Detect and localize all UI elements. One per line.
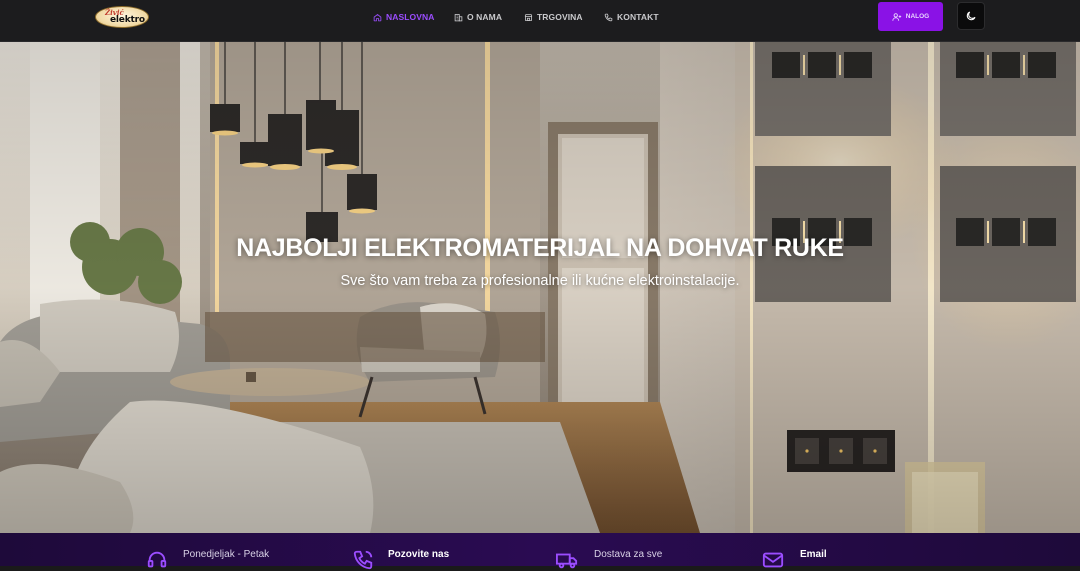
phone-icon: [604, 13, 613, 21]
hero-title: NAJBOLJI ELEKTROMATERIJAL NA DOHVAT RUKE: [236, 234, 844, 262]
nav-link-o-nama[interactable]: O NAMA: [454, 11, 502, 23]
user-plus-icon: [892, 12, 901, 21]
mail-icon: [762, 552, 784, 568]
headset-icon: [147, 551, 167, 568]
nav-link-label: KONTAKT: [617, 12, 659, 22]
hero-subtitle: Sve što vam treba za profesionalne ili k…: [340, 273, 740, 289]
moon-icon: [966, 11, 976, 21]
nav-link-label: O NAMA: [467, 12, 503, 22]
truck-icon: [556, 553, 578, 569]
phone-call-icon: [353, 550, 373, 570]
phone-label: Pozovite nas: [388, 549, 450, 560]
home-icon: [373, 13, 382, 21]
store-icon: [524, 13, 533, 21]
working-hours-label: Ponedjeljak - Petak: [183, 549, 270, 560]
nav-link-label: NASLOVNA: [386, 12, 435, 22]
nav-link-label: TRGOVINA: [537, 12, 583, 22]
hero-section: NAJBOLJI ELEKTROMATERIJAL NA DOHVAT RUKE…: [0, 42, 1080, 533]
building-icon: [454, 13, 463, 21]
navbar: Živić elektro NASLOVNA O NAMA TRGOVINA K…: [0, 0, 1080, 42]
nav-link-trgovina[interactable]: TRGOVINA: [524, 11, 583, 23]
account-button-label: NALOG: [905, 13, 930, 20]
account-button[interactable]: NALOG: [878, 2, 943, 31]
delivery-label: Dostava za sve: [594, 549, 663, 560]
nav-link-naslovna[interactable]: NASLOVNA: [373, 11, 435, 23]
theme-toggle-button[interactable]: [957, 2, 985, 30]
contact-info-strip: Ponedjeljak - Petak Pozovite nas Dostava…: [0, 533, 1080, 570]
nav-link-kontakt[interactable]: KONTAKT: [604, 11, 659, 23]
email-label: Email: [800, 549, 827, 560]
